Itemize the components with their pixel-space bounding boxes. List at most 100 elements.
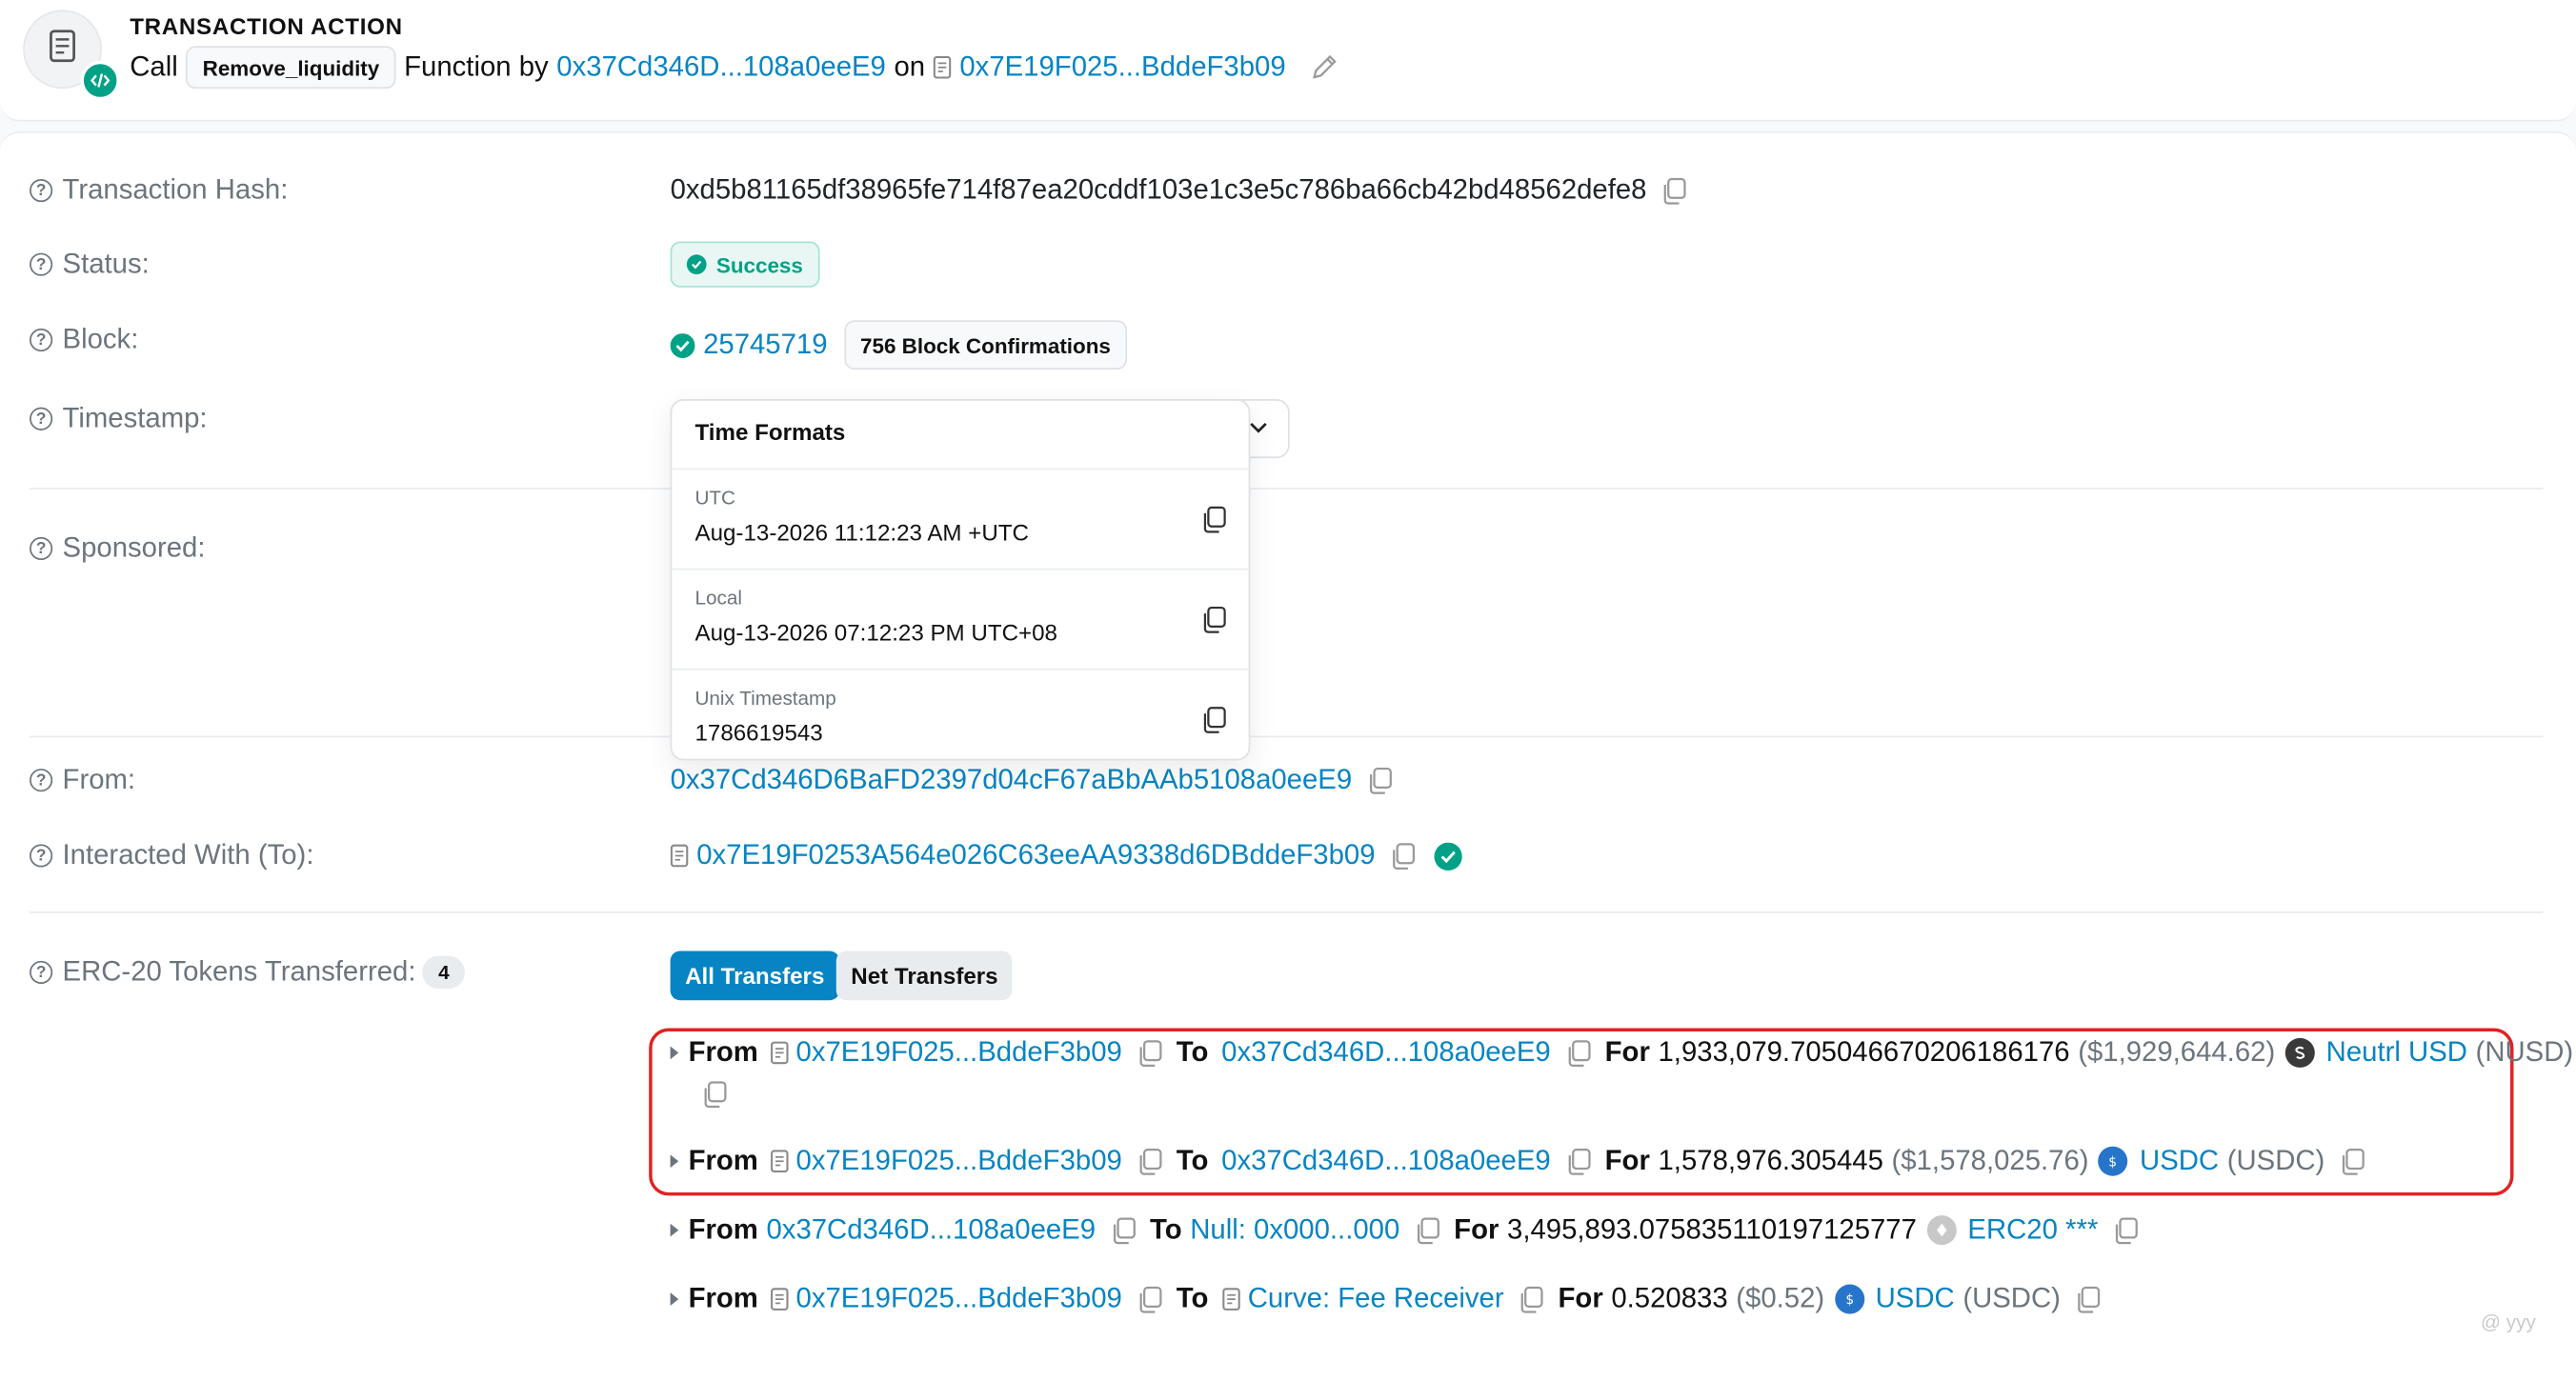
copy-icon[interactable] [2113, 1216, 2140, 1244]
expand-caret-icon[interactable] [670, 1223, 679, 1237]
token-symbol: (NUSD) [2475, 1036, 2574, 1068]
block-number-link[interactable]: 25745719 [703, 329, 827, 361]
copy-icon[interactable] [1137, 1148, 1163, 1175]
transaction-action-line: Call Remove_liquidity Function by 0x37Cd… [130, 46, 1338, 90]
expand-caret-icon[interactable] [670, 1292, 679, 1306]
help-icon[interactable]: ? [30, 252, 53, 276]
transfer-to-link[interactable]: 0x37Cd346D...108a0eeE9 [1221, 1036, 1551, 1069]
time-format-item-unix: Unix Timestamp 1786619543 [672, 668, 1249, 769]
copy-icon[interactable] [1201, 707, 1228, 734]
nusd-token-icon [2284, 1037, 2315, 1068]
block-confirmations-badge: 756 Block Confirmations [843, 320, 1128, 370]
tab-all-transfers[interactable]: All Transfers [670, 951, 839, 1001]
transfer-from-link[interactable]: 0x37Cd346D...108a0eeE9 [766, 1213, 1096, 1246]
copy-icon[interactable] [1367, 766, 1394, 793]
code-badge-icon [80, 60, 120, 101]
transfer-usd-value: ($1,929,644.62) [2078, 1036, 2276, 1068]
transfer-to-link[interactable]: Null: 0x000...000 [1190, 1213, 1399, 1246]
to-address-link[interactable]: 0x7E19F0253A564e026C63eeAA9338d6DBddeF3b… [696, 839, 1375, 871]
transfer-amount: 0.520833 [1611, 1282, 1728, 1314]
timestamp-label: ? Timestamp: [30, 403, 208, 435]
watermark: @ yyy [2480, 1311, 2536, 1334]
method-pill[interactable]: Remove_liquidity [186, 46, 396, 90]
time-formats-title: Time Formats [694, 418, 846, 446]
transfer-from-link[interactable]: 0x7E19F025...BddeF3b09 [796, 1283, 1122, 1315]
transfer-row: From 0x7E19F025...BddeF3b09 To 0x37Cd346… [670, 1036, 2574, 1069]
caller-address-link[interactable]: 0x37Cd346D...108a0eeE9 [556, 50, 886, 83]
copy-icon[interactable] [1201, 606, 1228, 633]
token-link[interactable]: Neutrl USD [2326, 1036, 2467, 1069]
usdc-token-icon: $ [1834, 1284, 1864, 1314]
contract-icon [770, 1150, 788, 1173]
copy-icon[interactable] [1519, 1285, 1545, 1312]
help-icon[interactable]: ? [30, 328, 53, 352]
contract-call-icon [23, 10, 120, 101]
contract-icon [670, 844, 689, 868]
help-icon[interactable]: ? [30, 536, 53, 561]
contract-icon [770, 1041, 788, 1065]
help-icon[interactable]: ? [30, 407, 53, 430]
copy-icon[interactable] [1390, 842, 1417, 870]
transfer-from-link[interactable]: 0x7E19F025...BddeF3b09 [796, 1145, 1122, 1177]
copy-icon[interactable] [1565, 1148, 1592, 1175]
transfer-to-link[interactable]: Curve: Fee Receiver [1248, 1283, 1504, 1315]
divider [30, 488, 2544, 490]
expand-caret-icon[interactable] [670, 1046, 679, 1060]
call-label: Call [130, 50, 178, 83]
erc20-label: ? ERC-20 Tokens Transferred: 4 [30, 955, 466, 990]
svg-text:$: $ [2109, 1154, 2118, 1169]
copy-icon[interactable] [1661, 176, 1688, 204]
help-icon[interactable]: ? [30, 844, 53, 868]
transfer-usd-value: ($0.52) [1736, 1282, 1825, 1314]
copy-icon[interactable] [2075, 1285, 2102, 1312]
help-icon[interactable]: ? [30, 769, 53, 792]
from-keyword: From [688, 1144, 758, 1176]
edit-pencil-icon[interactable] [1309, 52, 1338, 82]
tab-net-transfers[interactable]: Net Transfers [835, 951, 1014, 1001]
time-format-value: Aug-13-2026 11:12:23 AM +UTC [694, 518, 1029, 546]
transfer-amount: 3,495,893.075835110197125777 [1507, 1213, 1917, 1246]
divider [30, 735, 2544, 738]
transfer-amount: 1,578,976.305445 [1658, 1144, 1883, 1176]
copy-icon[interactable] [701, 1081, 728, 1109]
time-format-value: Aug-13-2026 07:12:23 PM UTC+08 [694, 619, 1057, 646]
expand-caret-icon[interactable] [670, 1154, 679, 1169]
status-row: Success [670, 241, 820, 288]
copy-icon[interactable] [1415, 1216, 1441, 1244]
to-keyword: To [1176, 1282, 1209, 1314]
function-by-label: Function by [404, 50, 549, 83]
for-keyword: For [1604, 1036, 1650, 1068]
copy-icon[interactable] [1111, 1216, 1137, 1244]
from-label: ? From: [30, 764, 135, 796]
to-keyword: To [1176, 1144, 1209, 1176]
transaction-action-title: TRANSACTION ACTION [130, 12, 403, 40]
block-row: 25745719 756 Block Confirmations [670, 320, 1128, 370]
help-icon[interactable]: ? [30, 178, 53, 203]
stage: TRANSACTION ACTION Call Remove_liquidity… [0, 0, 2576, 1381]
copy-icon[interactable] [1565, 1039, 1592, 1067]
copy-icon[interactable] [1137, 1285, 1163, 1312]
for-keyword: For [1454, 1213, 1499, 1246]
document-icon [50, 30, 75, 63]
copy-icon[interactable] [2340, 1148, 2366, 1175]
help-icon[interactable]: ? [30, 960, 53, 984]
tx-hash-row: 0xd5b81165df38965fe714f87ea20cddf103e1c3… [671, 174, 1688, 207]
check-circle-icon [686, 254, 707, 274]
for-keyword: For [1558, 1282, 1603, 1314]
token-link[interactable]: USDC [1876, 1283, 1955, 1315]
copy-icon[interactable] [1201, 506, 1228, 533]
copy-icon[interactable] [1137, 1039, 1163, 1067]
token-link[interactable]: USDC [2140, 1145, 2219, 1177]
token-link[interactable]: ERC20 *** [1967, 1213, 2098, 1246]
transfer-to-link[interactable]: 0x37Cd346D...108a0eeE9 [1221, 1145, 1551, 1177]
status-label: ? Status: [30, 248, 150, 280]
contract-icon [934, 55, 952, 79]
tx-hash-value: 0xd5b81165df38965fe714f87ea20cddf103e1c3… [670, 173, 1647, 206]
divider [30, 911, 2544, 913]
contract-icon [1221, 1288, 1239, 1311]
status-badge: Success [670, 241, 820, 288]
transfer-from-link[interactable]: 0x7E19F025...BddeF3b09 [796, 1036, 1122, 1069]
sponsored-label: ? Sponsored: [30, 532, 205, 565]
contract-address-link[interactable]: 0x7E19F025...BddeF3b09 [959, 50, 1285, 83]
from-keyword: From [688, 1282, 758, 1314]
